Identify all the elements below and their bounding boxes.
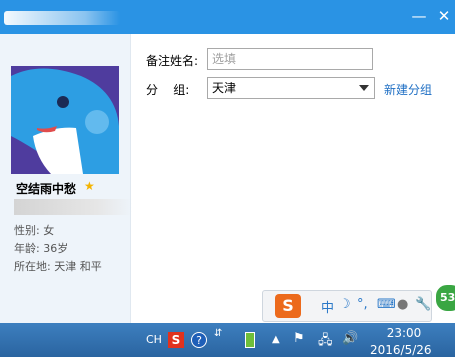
new-group-link[interactable]: 新建分组 bbox=[384, 81, 432, 98]
blurred-signature bbox=[14, 199, 132, 215]
usb-device-icon[interactable] bbox=[245, 332, 255, 348]
location-text: 所在地: 天津 和平 bbox=[14, 260, 102, 273]
group-select[interactable]: 天津 bbox=[207, 77, 375, 99]
group-label: 分 组: bbox=[146, 83, 190, 97]
chevron-down-icon[interactable] bbox=[359, 85, 369, 91]
blurred-title bbox=[4, 11, 120, 25]
clock-date[interactable]: 2016/5/26 bbox=[370, 343, 432, 357]
volume-icon[interactable]: 🔊 bbox=[342, 331, 358, 349]
remark-label: 备注姓名: bbox=[146, 54, 199, 68]
floating-badge[interactable]: 53 bbox=[434, 283, 455, 313]
ime-chinese-toggle[interactable]: 中 bbox=[321, 297, 334, 316]
contact-name: 空结雨中愁 bbox=[16, 182, 77, 196]
profile-panel: 空结雨中愁 ★ 性别: 女 年龄: 36岁 所在地: 天津 和平 bbox=[0, 34, 132, 323]
age-text: 年龄: 36岁 bbox=[14, 242, 69, 255]
star-icon: ★ bbox=[84, 179, 95, 193]
title-bar[interactable]: — ✕ bbox=[0, 0, 455, 34]
remark-input[interactable] bbox=[207, 48, 373, 70]
group-select-value: 天津 bbox=[212, 81, 237, 95]
moon-icon[interactable]: ☽ bbox=[339, 297, 351, 312]
keyboard-icon[interactable]: ⌨ bbox=[377, 297, 396, 312]
add-friend-dialog: — ✕ 空结雨中愁 ★ 性别: 女 年龄: 36岁 所在地: 天津 和平 备注姓… bbox=[0, 0, 455, 323]
ime-punct-toggle[interactable]: °, bbox=[357, 297, 368, 312]
help-icon[interactable]: ? bbox=[191, 332, 207, 348]
sogou-logo-icon[interactable]: S bbox=[275, 294, 301, 318]
close-button[interactable]: ✕ bbox=[433, 6, 455, 26]
user-icon[interactable]: ● bbox=[397, 297, 408, 312]
show-hidden-icons-icon[interactable]: ▲ bbox=[272, 334, 280, 352]
minimize-button[interactable]: — bbox=[408, 6, 430, 26]
lang-indicator[interactable]: CH bbox=[146, 333, 162, 351]
wrench-icon[interactable]: 🔧 bbox=[415, 297, 431, 312]
gender-text: 性别: 女 bbox=[14, 224, 55, 237]
sogou-tray-icon[interactable]: S bbox=[168, 332, 184, 348]
avatar bbox=[11, 66, 119, 174]
clock-time[interactable]: 23:00 bbox=[384, 326, 424, 340]
network-icon[interactable]: 🖧 bbox=[318, 331, 333, 349]
ime-options-icon[interactable]: ⇵ bbox=[214, 329, 222, 347]
ime-toolbar[interactable]: S 中 ☽ °, ⌨ ● 🔧 bbox=[262, 290, 432, 322]
flag-icon[interactable]: ⚑ bbox=[293, 331, 305, 349]
